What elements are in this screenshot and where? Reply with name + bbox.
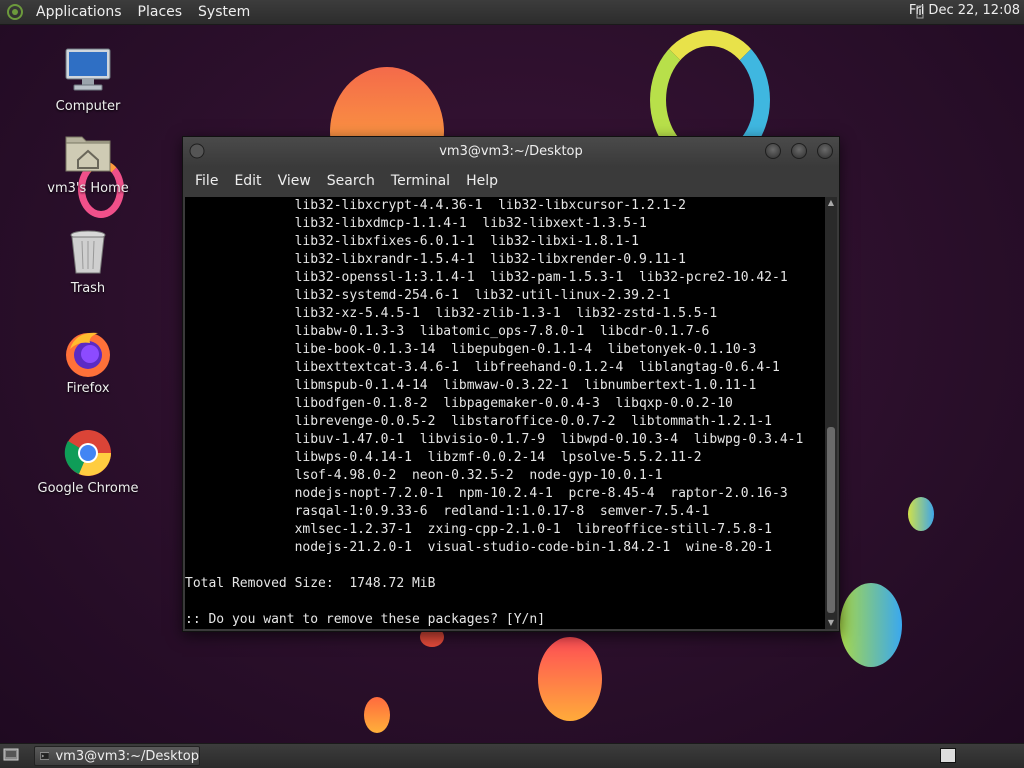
menu-search[interactable]: Search [319, 173, 383, 189]
terminal-titlebar[interactable]: vm3@vm3:~/Desktop [183, 137, 839, 167]
terminal-line: Total Removed Size: 1748.72 MiB [185, 576, 436, 591]
terminal-line: lib32-openssl-1:3.1.4-1 lib32-pam-1.5.3-… [185, 270, 788, 285]
terminal-line: libuv-1.47.0-1 libvisio-0.1.7-9 libwpd-0… [185, 432, 804, 447]
computer-icon [65, 48, 111, 91]
orange-oval-decoration [538, 637, 602, 721]
window-title: vm3@vm3:~/Desktop [439, 144, 583, 159]
terminal-line: libwps-0.4.14-1 libzmf-0.0.2-14 lpsolve-… [185, 450, 702, 465]
terminal-output: lib32-libxcrypt-4.4.36-1 lib32-libxcurso… [185, 197, 825, 629]
terminal-line: rasqal-1:0.9.33-6 redland-1:1.0.17-8 sem… [185, 504, 710, 519]
terminal-line: nodejs-21.2.0-1 visual-studio-code-bin-1… [185, 540, 772, 555]
desktop-icon-label: vm3's Home [47, 181, 129, 196]
menu-view[interactable]: View [270, 173, 319, 189]
terminal-line: libmspub-0.1.4-14 libmwaw-0.3.22-1 libnu… [185, 378, 757, 393]
desktop-icon-firefox[interactable]: Firefox [33, 327, 143, 396]
terminal-screen[interactable]: lib32-libxcrypt-4.4.36-1 lib32-libxcurso… [185, 197, 825, 629]
top-panel: Applications Places System Fri Dec 22, 1… [0, 0, 1024, 25]
terminal-scrollbar[interactable]: ▲ ▼ [825, 197, 837, 629]
maximize-button[interactable] [791, 143, 807, 159]
terminal-menubar: File Edit View Search Terminal Help [183, 167, 839, 195]
terminal-line: lib32-xz-5.4.5-1 lib32-zlib-1.3-1 lib32-… [185, 306, 718, 321]
desktop-icon-label: Trash [70, 281, 106, 296]
close-button[interactable] [817, 143, 833, 159]
terminal-line: lib32-systemd-254.6-1 lib32-util-linux-2… [185, 288, 671, 303]
desktop-icon-chrome[interactable]: Google Chrome [33, 427, 143, 496]
show-desktop-icon[interactable] [3, 748, 19, 762]
chrome-icon [64, 430, 111, 476]
scrollbar-thumb[interactable] [827, 427, 835, 613]
desktop-icon-label: Google Chrome [37, 481, 139, 496]
taskbar-terminal-button[interactable]: vm3@vm3:~/Desktop [34, 746, 200, 766]
scroll-up-arrow-icon[interactable]: ▲ [825, 197, 837, 209]
system-menu[interactable]: System [190, 4, 258, 20]
terminal-line: libabw-0.1.3-3 libatomic_ops-7.8.0-1 lib… [185, 324, 710, 339]
taskbar-button-label: vm3@vm3:~/Desktop [55, 748, 199, 764]
terminal-icon [40, 752, 50, 760]
desktop-icon-computer[interactable]: Computer [33, 45, 143, 114]
desktop-icon-trash[interactable]: Trash [33, 227, 143, 296]
clock[interactable]: Fri Dec 22, 12:08 [909, 3, 1020, 18]
terminal-window: vm3@vm3:~/Desktop File Edit View Search … [182, 136, 840, 632]
small-orange-blob-decoration [364, 697, 390, 733]
workspace-switcher[interactable] [940, 748, 956, 763]
terminal-line: libexttextcat-3.4.6-1 libfreehand-0.1.2-… [185, 360, 780, 375]
terminal-line: :: Do you want to remove these packages?… [185, 612, 546, 627]
terminal-line: lib32-libxcrypt-4.4.36-1 lib32-libxcurso… [185, 198, 686, 213]
terminal-line: nodejs-nopt-7.2.0-1 npm-10.2.4-1 pcre-8.… [185, 486, 788, 501]
trash-icon [70, 230, 106, 274]
terminal-line: libodfgen-0.1.8-2 libpagemaker-0.0.4-3 l… [185, 396, 733, 411]
desktop-icon-label: Firefox [66, 381, 110, 396]
menu-edit[interactable]: Edit [226, 173, 269, 189]
menu-file[interactable]: File [187, 173, 226, 189]
home-folder-icon [65, 136, 111, 172]
terminal-line: librevenge-0.0.5-2 libstaroffice-0.0.7-2… [185, 414, 772, 429]
desktop-icon-label: Computer [55, 99, 121, 114]
terminal-line: lib32-libxrandr-1.5.4-1 lib32-libxrender… [185, 252, 686, 267]
firefox-icon [66, 332, 110, 377]
terminal-line: lsof-4.98.0-2 neon-0.32.5-2 node-gyp-10.… [185, 468, 663, 483]
menu-help[interactable]: Help [458, 173, 506, 189]
green-blue-blob-decoration [840, 583, 902, 667]
scroll-down-arrow-icon[interactable]: ▼ [825, 617, 837, 629]
small-green-blob-decoration [908, 497, 934, 531]
bottom-panel: vm3@vm3:~/Desktop [0, 743, 1024, 768]
terminal-line: libe-book-0.1.3-14 libepubgen-0.1.1-4 li… [185, 342, 757, 357]
terminal-line: lib32-libxfixes-6.0.1-1 lib32-libxi-1.8.… [185, 234, 639, 249]
minimize-button[interactable] [765, 143, 781, 159]
distro-logo-icon[interactable] [6, 3, 24, 21]
menu-terminal[interactable]: Terminal [383, 173, 458, 189]
applications-menu[interactable]: Applications [28, 4, 130, 20]
terminal-line: lib32-libxdmcp-1.1.4-1 lib32-libxext-1.3… [185, 216, 647, 231]
desktop-icon-home[interactable]: vm3's Home [33, 127, 143, 196]
places-menu[interactable]: Places [130, 4, 191, 20]
terminal-line: xmlsec-1.2.37-1 zxing-cpp-2.1.0-1 libreo… [185, 522, 772, 537]
